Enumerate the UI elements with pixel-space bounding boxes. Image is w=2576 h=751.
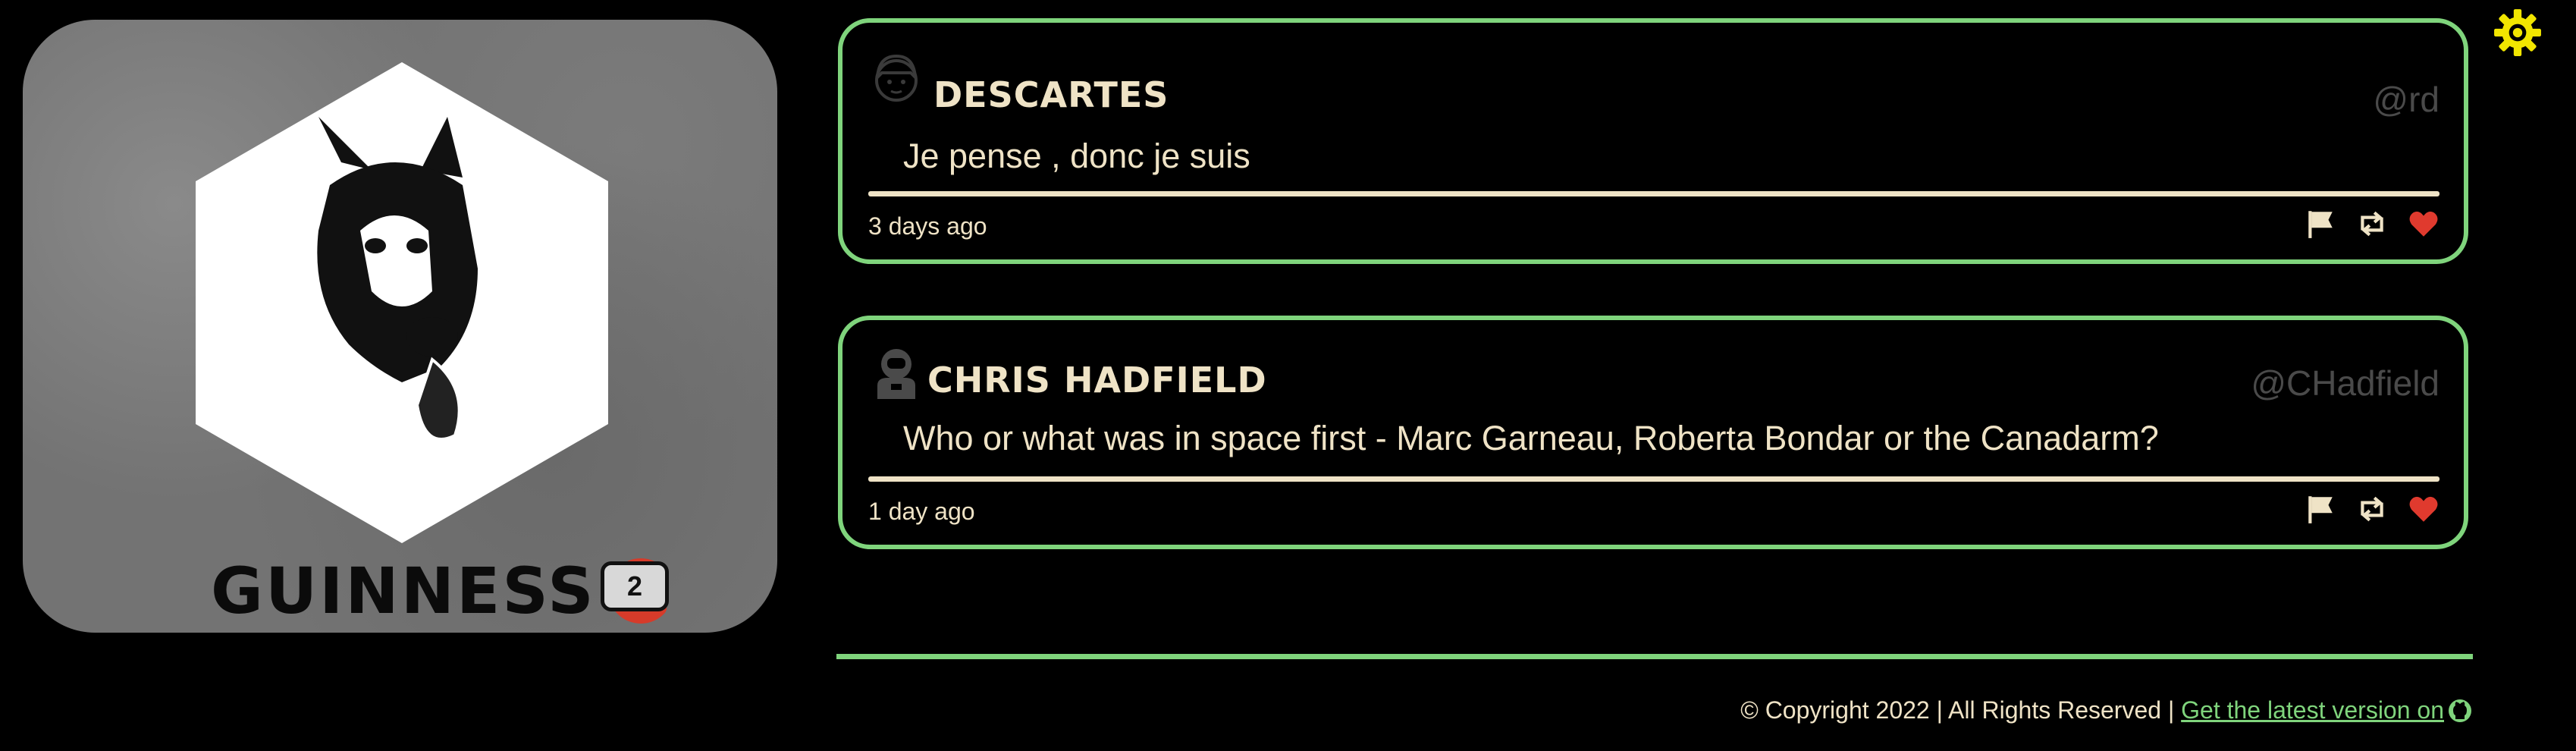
copyright-text: © Copyright 2022 | All Rights Reserved | (1740, 696, 2175, 724)
flag-icon[interactable] (2305, 208, 2336, 240)
notification-badge[interactable]: 2 (601, 561, 669, 611)
github-link[interactable]: Get the latest version on (2181, 696, 2444, 724)
github-icon[interactable] (2447, 698, 2473, 724)
tweet-author[interactable]: CHRIS HADFIELD (927, 360, 1267, 401)
flag-icon[interactable] (2305, 493, 2336, 525)
tweet-actions (2305, 208, 2440, 240)
heart-icon[interactable] (2408, 493, 2440, 525)
footer: © Copyright 2022 | All Rights Reserved |… (1740, 696, 2473, 724)
tweet-text: Je pense , donc je suis (903, 137, 1250, 175)
profile-display-name: GUINNESS (211, 554, 596, 628)
tweet-text: Who or what was in space first - Marc Ga… (903, 419, 2159, 457)
gear-icon[interactable] (2493, 8, 2543, 58)
retweet-icon[interactable] (2356, 493, 2388, 525)
girl-avatar-icon (875, 54, 918, 102)
footer-divider (836, 654, 2473, 659)
profile-card: GUINNESS 2 (23, 20, 777, 633)
tweet-divider (868, 191, 2440, 196)
retweet-icon[interactable] (2356, 208, 2388, 240)
tweet-handle[interactable]: @rd (2373, 79, 2440, 120)
husky-logo (196, 62, 608, 543)
tweet-timestamp: 3 days ago (868, 212, 987, 240)
tweet-card: CHRIS HADFIELD @CHadfield Who or what wa… (838, 316, 2468, 549)
heart-icon[interactable] (2408, 208, 2440, 240)
tweet-timestamp: 1 day ago (868, 498, 975, 525)
tweet-card: DESCARTES @rd Je pense , donc je suis 3 … (838, 18, 2468, 264)
tweet-actions (2305, 493, 2440, 525)
tweet-divider (868, 476, 2440, 482)
tweet-author[interactable]: DESCARTES (933, 74, 1169, 115)
tweet-handle[interactable]: @CHadfield (2251, 363, 2440, 404)
astronaut-avatar-icon (877, 349, 915, 399)
